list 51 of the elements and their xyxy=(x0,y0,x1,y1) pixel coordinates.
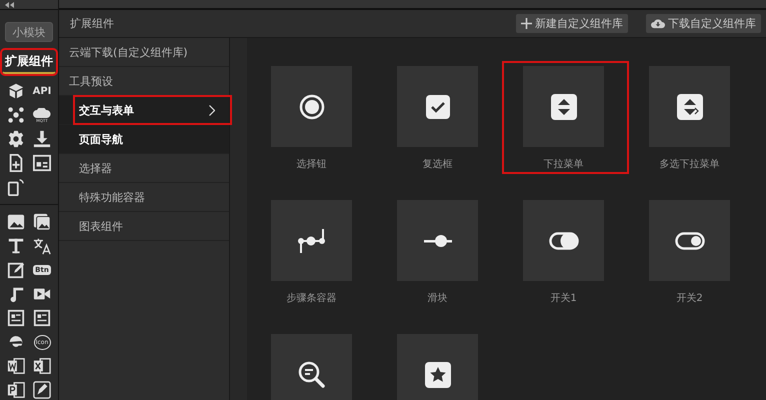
search-icon xyxy=(296,360,326,390)
dropdown-icon xyxy=(548,92,578,122)
download-library-button[interactable]: 下载自定义组件库 xyxy=(646,14,761,33)
phone-icon[interactable] xyxy=(7,178,25,196)
category-item[interactable]: 交互与表单 xyxy=(59,96,229,125)
plus-icon xyxy=(521,18,532,29)
doc-icon[interactable] xyxy=(33,309,51,327)
component-tile[interactable] xyxy=(271,200,352,281)
component-label: 复选框 xyxy=(422,158,454,171)
new-library-button[interactable]: 新建自定义组件库 xyxy=(516,14,628,33)
word-icon[interactable] xyxy=(7,357,25,375)
translate-icon[interactable] xyxy=(33,237,51,255)
multi-dropdown-icon xyxy=(674,92,704,122)
gear-icon[interactable] xyxy=(7,130,25,148)
component-tile[interactable] xyxy=(271,334,352,400)
component-tile[interactable] xyxy=(397,200,478,281)
component-tile[interactable] xyxy=(397,334,478,400)
box-icon[interactable] xyxy=(7,82,25,100)
download-icon[interactable] xyxy=(33,130,51,148)
slides-icon[interactable] xyxy=(7,381,25,399)
nodes-icon[interactable] xyxy=(7,106,25,124)
edit-icon[interactable] xyxy=(7,261,25,279)
component-label: 选择钮 xyxy=(296,158,328,171)
component-label: 下拉菜单 xyxy=(542,158,584,171)
window-icon[interactable] xyxy=(33,154,51,172)
pen-icon[interactable] xyxy=(33,381,51,399)
category-item[interactable]: 页面导航 xyxy=(59,125,229,154)
component-label: 多选下拉菜单 xyxy=(658,158,720,171)
letter-icon[interactable] xyxy=(7,237,25,255)
collapse-icon[interactable] xyxy=(5,2,15,8)
extension-tab[interactable]: 扩展组件 xyxy=(2,50,56,74)
cloud-download-icon xyxy=(651,18,665,29)
api-icon[interactable]: API xyxy=(32,86,52,96)
component-label: 滑块 xyxy=(426,292,448,305)
excel-icon[interactable] xyxy=(33,357,51,375)
panel-title: 扩展组件 xyxy=(70,16,114,31)
doc-icon[interactable] xyxy=(7,309,25,327)
images-icon[interactable] xyxy=(33,213,51,231)
module-button[interactable]: 小模块 xyxy=(5,22,53,42)
component-label: 开关1 xyxy=(549,292,578,305)
component-tile[interactable] xyxy=(523,66,604,147)
component-tile[interactable] xyxy=(397,66,478,147)
component-label: 开关2 xyxy=(675,292,704,305)
component-label: 步骤条容器 xyxy=(286,292,338,305)
chevron-icon xyxy=(209,104,215,116)
component-tile[interactable] xyxy=(649,200,730,281)
component-tile[interactable] xyxy=(271,66,352,147)
image-icon[interactable] xyxy=(7,213,25,231)
file-icon[interactable] xyxy=(7,154,25,172)
component-tile[interactable] xyxy=(523,200,604,281)
component-tile[interactable] xyxy=(649,66,730,147)
